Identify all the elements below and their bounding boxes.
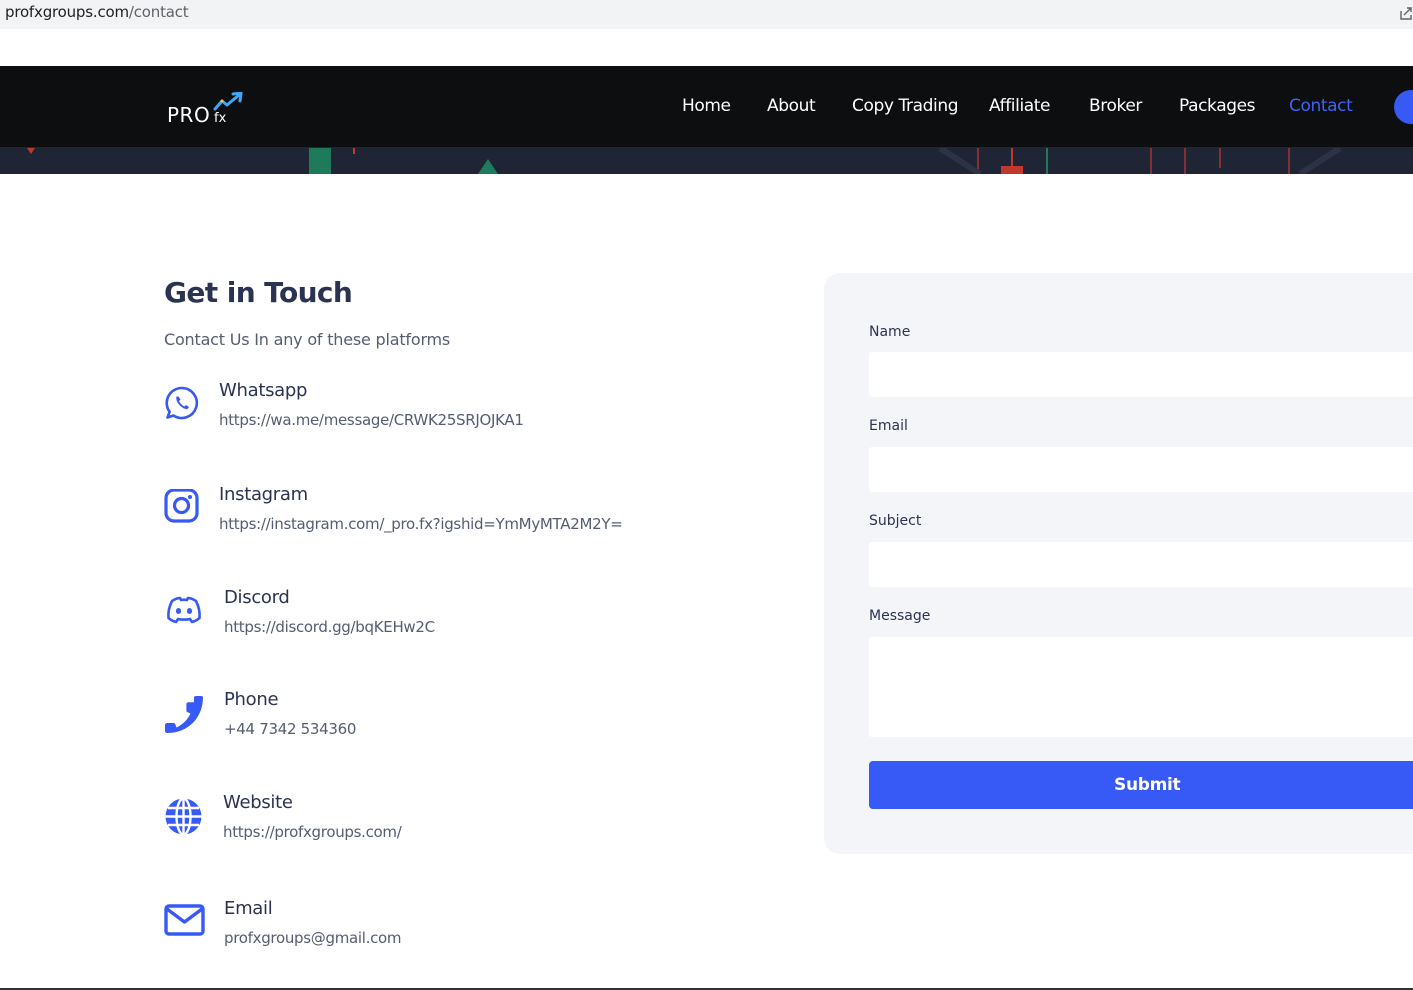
message-label: Message [869, 608, 931, 624]
subject-input[interactable] [869, 542, 1413, 587]
page-subtitle: Contact Us In any of these platforms [164, 330, 451, 349]
contact-form: Name Email Subject Message Submit [824, 273, 1413, 854]
contact-value-website[interactable]: https://profxgroups.com/ [223, 823, 402, 841]
name-input[interactable] [869, 352, 1413, 397]
contact-value-email[interactable]: profxgroups@gmail.com [224, 929, 402, 947]
site-logo[interactable]: PRO fx [167, 92, 247, 128]
contact-item-instagram: Instagram https://instagram.com/_pro.fx?… [164, 484, 724, 559]
share-icon[interactable] [1399, 5, 1413, 21]
nav-broker[interactable]: Broker [1089, 96, 1142, 116]
name-label: Name [869, 324, 911, 340]
nav-copy-trading[interactable]: Copy Trading [852, 96, 959, 116]
logo-subtext: fx [214, 111, 227, 126]
contact-value-instagram[interactable]: https://instagram.com/_pro.fx?igshid=YmM… [219, 515, 623, 533]
nav-about[interactable]: About [767, 96, 816, 116]
contact-item-phone: Phone +44 7342 534360 [164, 689, 724, 764]
header-cta-button[interactable] [1394, 90, 1413, 124]
browser-address-bar[interactable]: profxgroups.com/contact [0, 0, 1413, 29]
logo-text: PRO [167, 103, 211, 127]
contact-label: Phone [224, 689, 279, 710]
candlestick-background [0, 148, 1413, 174]
url-text[interactable]: profxgroups.com/contact [5, 3, 189, 21]
subject-label: Subject [869, 513, 922, 529]
envelope-icon [164, 903, 206, 942]
hero-banner-strip [0, 148, 1413, 174]
nav-affiliate[interactable]: Affiliate [989, 96, 1051, 116]
contact-value-discord[interactable]: https://discord.gg/bqKEHw2C [224, 618, 435, 636]
submit-button[interactable]: Submit [869, 761, 1413, 809]
contact-label: Instagram [219, 484, 308, 505]
contact-item-whatsapp: Whatsapp https://wa.me/message/CRWK25SRJ… [164, 380, 724, 455]
contact-item-website: Website https://profxgroups.com/ [164, 792, 724, 867]
nav-contact[interactable]: Contact [1289, 96, 1353, 116]
discord-icon [164, 592, 204, 633]
contact-label: Email [224, 898, 273, 919]
contact-value-whatsapp[interactable]: https://wa.me/message/CRWK25SRJOJKA1 [219, 411, 524, 429]
whatsapp-icon [164, 385, 200, 426]
contact-value-phone[interactable]: +44 7342 534360 [224, 720, 356, 738]
message-textarea[interactable] [869, 637, 1413, 737]
email-input[interactable] [869, 447, 1413, 492]
phone-icon [164, 694, 206, 741]
logo-chart-icon [213, 92, 243, 111]
page-title: Get in Touch [164, 276, 353, 309]
instagram-icon [164, 488, 200, 530]
email-label: Email [869, 418, 908, 434]
globe-icon [164, 797, 204, 842]
contact-item-email: Email profxgroups@gmail.com [164, 898, 724, 973]
site-header: PRO fx Home About Copy Trading Affiliate… [0, 66, 1413, 148]
page-top-spacer [0, 29, 1413, 66]
contact-label: Discord [224, 587, 290, 608]
submit-button-label: Submit [1114, 775, 1181, 795]
nav-home[interactable]: Home [682, 96, 731, 116]
contact-label: Website [223, 792, 293, 813]
nav-packages[interactable]: Packages [1179, 96, 1256, 116]
contact-label: Whatsapp [219, 380, 308, 401]
contact-item-discord: Discord https://discord.gg/bqKEHw2C [164, 587, 724, 662]
